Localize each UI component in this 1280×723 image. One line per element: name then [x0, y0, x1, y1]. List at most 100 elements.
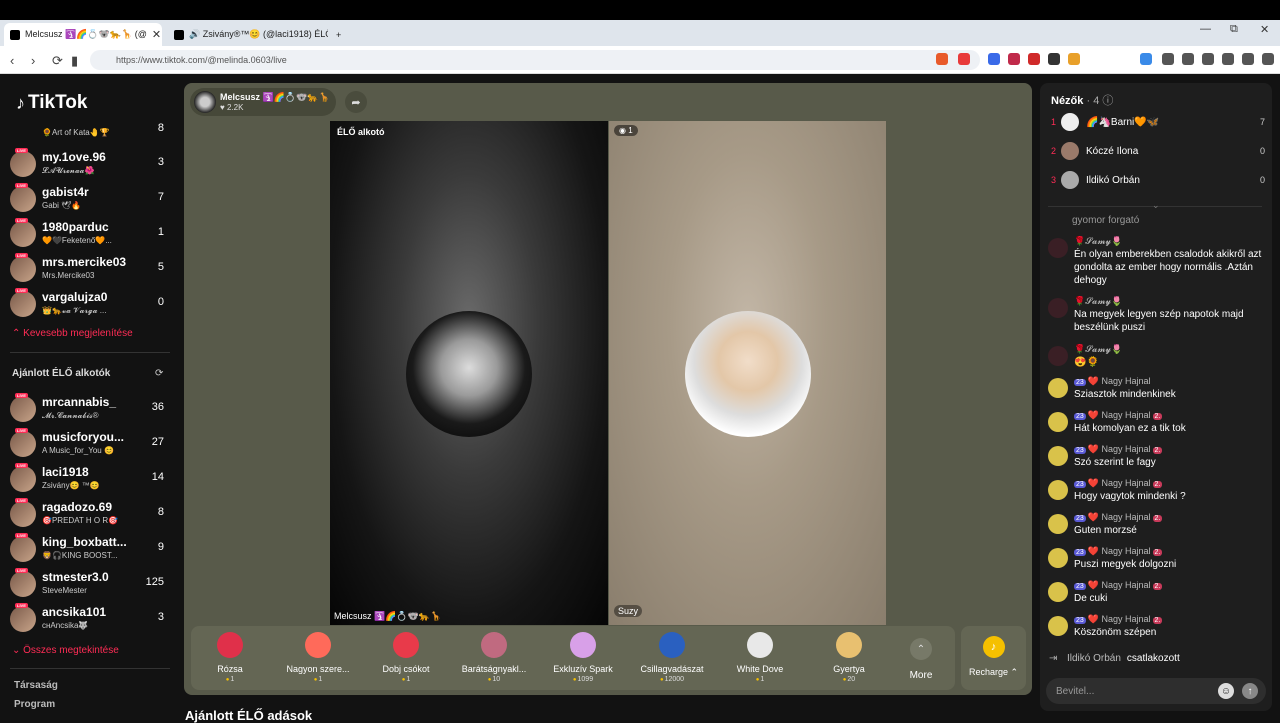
- sidebar-recommended-item[interactable]: LIVE laci1918 Zsivány😊 ™😊 14: [10, 463, 170, 497]
- share-icon[interactable]: ➦: [345, 91, 367, 113]
- reload-icon[interactable]: ⟳: [52, 53, 63, 69]
- new-tab-button[interactable]: +: [330, 23, 352, 46]
- gift-item[interactable]: Nagyon szere...1: [278, 632, 358, 683]
- avatar: [1061, 113, 1079, 131]
- tab-laci1918[interactable]: 🔊 Zsivány®™😊 (@laci1918) ÉLŐ a ✕: [168, 23, 328, 46]
- vpn-icon[interactable]: [1242, 53, 1254, 65]
- dove-gift-icon: [747, 632, 773, 658]
- avatar: [1061, 142, 1079, 160]
- chevron-down-icon[interactable]: ⌄: [1152, 200, 1160, 211]
- sidebar-recommended-item[interactable]: LIVE musicforyou... A Music_for_You 😊 27: [10, 428, 170, 462]
- sidebar-following-item[interactable]: LIVE my.1ove.96 𝓛𝓐𝓤𝓻𝓮𝓷𝓪𝓪🌺 3: [10, 148, 170, 182]
- gift-item[interactable]: Exkluzív Spark1099: [543, 632, 623, 683]
- back-icon[interactable]: ‹: [10, 53, 14, 68]
- menu-icon[interactable]: [1262, 53, 1274, 65]
- sidebar-recommended-item[interactable]: LIVE mrcannabis_ 𝓜𝓻.𝓒𝓪𝓷𝓷𝓪𝓫𝓲𝓼® 36: [10, 393, 170, 427]
- avatar: [10, 291, 36, 317]
- minimize-icon[interactable]: —: [1200, 23, 1211, 35]
- viewer-row[interactable]: 3 Ildikó Orbán 0: [1051, 171, 1265, 191]
- star-hunter-gift-icon: [659, 632, 685, 658]
- restore-icon[interactable]: ⧉: [1230, 23, 1238, 36]
- sidebar-following-item[interactable]: LIVE 1980parduc 🧡🖤Feketenő🧡... 1: [10, 218, 170, 252]
- tiktok-logo[interactable]: ♪ TikTok: [16, 92, 87, 114]
- live-creator-label: ÉLŐ alkotó: [337, 127, 385, 137]
- gift-item[interactable]: Gyertya20: [809, 632, 889, 683]
- host-profile-picture: [406, 311, 532, 437]
- gift-item[interactable]: Csillagvadászat12000: [632, 632, 712, 683]
- avatar: [1048, 238, 1068, 258]
- footer-link-program[interactable]: Program: [14, 699, 55, 710]
- bookmark-icon[interactable]: ▮: [71, 53, 78, 69]
- gift-item[interactable]: Rózsa1: [190, 632, 270, 683]
- sidebar-recommended-item[interactable]: LIVE ragadozo.69 🎯PREDAT H O R🎯 8: [10, 498, 170, 532]
- extension-icon[interactable]: [1008, 53, 1020, 65]
- heart-gift-icon: [305, 632, 331, 658]
- chat-message: 🌹𝓢𝓪𝓶𝔂🌷 😍🌻: [1048, 344, 1266, 370]
- sidebar-recommended-item[interactable]: LIVE stmester3.0 SteveMester 125: [10, 568, 170, 602]
- send-icon[interactable]: ↑: [1242, 683, 1258, 699]
- music-icon[interactable]: [1162, 53, 1174, 65]
- translate-icon[interactable]: [988, 53, 1000, 65]
- viewer-row[interactable]: 2 Kóczé Ilona 0: [1051, 142, 1265, 162]
- sidebar-following-item[interactable]: LIVE mrs.mercike03 Mrs.Mercike03 5: [10, 253, 170, 287]
- close-tab-icon[interactable]: ✕: [152, 28, 161, 41]
- fan-badge: 2.: [1152, 413, 1163, 420]
- level-badge: 23: [1074, 379, 1086, 386]
- chat-message: 23 ❤️ Nagy Hajnal 2. Guten morzsé: [1048, 512, 1266, 538]
- gift-item[interactable]: Barátságnyakl...10: [454, 632, 534, 683]
- sidebar-recommended-item[interactable]: LIVE ancsika101 снAncsika🐺 3: [10, 603, 170, 637]
- brave-shield-icon[interactable]: [936, 53, 948, 65]
- gift-item[interactable]: White Dove1: [720, 632, 800, 683]
- avatar: [1061, 171, 1079, 189]
- tiktok-note-icon: ♪: [16, 92, 25, 113]
- host-avatar[interactable]: [194, 91, 216, 113]
- show-all-link[interactable]: ⌄ Összes megtekintése: [12, 645, 119, 656]
- footer-link-company[interactable]: Társaság: [14, 680, 58, 691]
- wallet-icon[interactable]: [1202, 53, 1214, 65]
- more-gifts-button[interactable]: ⌃ More: [906, 638, 936, 681]
- rose-gift-icon: [217, 632, 243, 658]
- divider: [10, 352, 170, 353]
- avatar: [1048, 298, 1068, 318]
- close-window-icon[interactable]: ✕: [1260, 23, 1269, 36]
- chat-message: 23 ❤️ Nagy Hajnal 2. Hát komolyan ez a tik …: [1048, 410, 1266, 436]
- alert-icon[interactable]: [958, 53, 970, 65]
- sidebar-recommended-item[interactable]: LIVE king_boxbatt... 🦁🎧KING BOOST... 9: [10, 533, 170, 567]
- gift-item[interactable]: Dobj csókot1: [366, 632, 446, 683]
- download-icon[interactable]: [1140, 53, 1152, 65]
- chevron-up-icon: ⌃: [910, 638, 932, 660]
- viewer-row[interactable]: 1 🌈🦄Barni🧡🦋 7: [1051, 113, 1265, 133]
- sidebar-following-item[interactable]: 🌻Art of Kata🤚🏆 8: [10, 120, 170, 142]
- host-info[interactable]: Melcsusz 🛐🌈💍🐨🐆🦒 ♥ 2.2K: [190, 88, 336, 116]
- info-icon[interactable]: ⓘ: [1102, 95, 1113, 107]
- chat-input[interactable]: [1056, 683, 1216, 699]
- ai-icon[interactable]: [1222, 53, 1234, 65]
- extension-icon[interactable]: [1068, 53, 1080, 65]
- coin-icon: ♪: [982, 636, 1005, 658]
- extension-icon[interactable]: [1048, 53, 1060, 65]
- avatar: [10, 501, 36, 527]
- avatar: [10, 186, 36, 212]
- avatar: [10, 431, 36, 457]
- emoji-icon[interactable]: ☺: [1218, 683, 1234, 699]
- sidebar-following-item[interactable]: LIVE vargalujza0 👑🐆𝓿𝓪 𝓥𝓪𝓻𝓰𝓪 ... 0: [10, 288, 170, 322]
- kiss-gift-icon: [393, 632, 419, 658]
- extension-icon[interactable]: [1028, 53, 1040, 65]
- tab-melcsusz[interactable]: Melcsusz 🛐🌈💍🐨🐆🦒 (@ ✕: [4, 23, 162, 46]
- viewers-title: Nézők · 4 ⓘ: [1051, 95, 1114, 107]
- browser-tab-bar: Melcsusz 🛐🌈💍🐨🐆🦒 (@ ✕ 🔊 Zsivány®™😊 (@laci…: [0, 20, 1280, 46]
- refresh-icon[interactable]: ⟳: [155, 368, 163, 379]
- fan-badge: 2.: [1152, 617, 1163, 624]
- forward-icon[interactable]: ›: [31, 53, 35, 68]
- avatar: [1048, 514, 1068, 534]
- recharge-button[interactable]: ♪ Recharge ⌃: [961, 626, 1026, 690]
- avatar: [10, 151, 36, 177]
- show-less-link[interactable]: ⌃ Kevesebb megjelenítése: [12, 328, 133, 339]
- tab-title: Melcsusz 🛐🌈💍🐨🐆🦒 (@: [25, 29, 147, 39]
- sidebar-icon[interactable]: [1182, 53, 1194, 65]
- chat-messages[interactable]: gyomor forgató 🌹𝓢𝓪𝓶𝔂🌷 Én olyan emberekben…: [1046, 212, 1268, 670]
- avatar: [1048, 346, 1068, 366]
- join-notification: ⇥ Ildikó Orbán csatlakozott: [1049, 653, 1180, 664]
- sidebar-following-item[interactable]: LIVE gabist4r Gabi 🕊🔥 7: [10, 183, 170, 217]
- url-field[interactable]: https://www.tiktok.com/@melinda.0603/liv…: [90, 50, 980, 70]
